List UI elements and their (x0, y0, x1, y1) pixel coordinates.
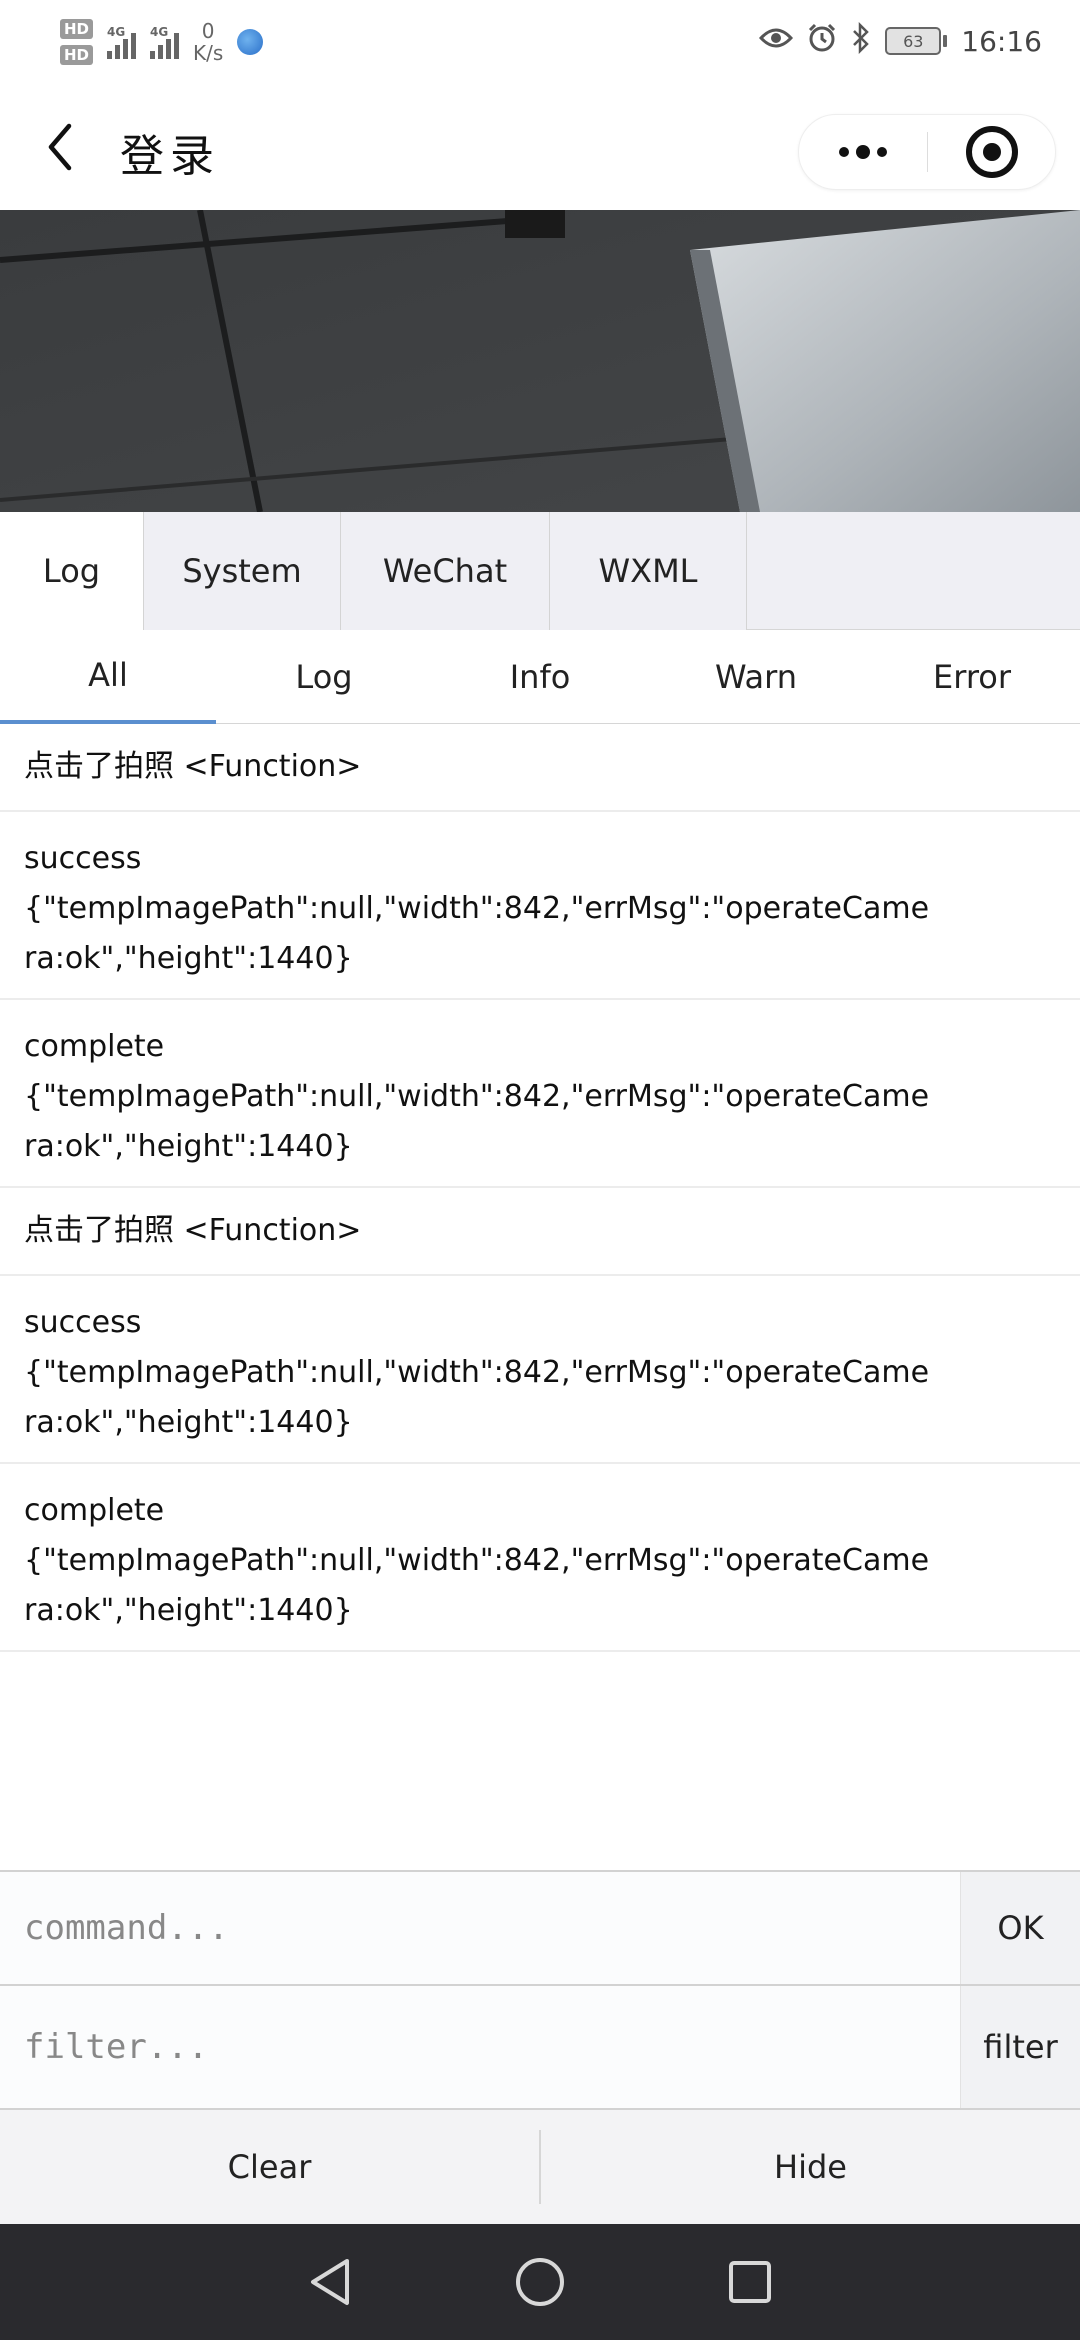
speed-unit: K/s (193, 41, 224, 65)
hd2-badge: HD (60, 45, 94, 65)
tab-all[interactable]: All (0, 630, 216, 724)
net1-label: 4G (107, 25, 126, 39)
target-circle-icon[interactable] (928, 126, 1055, 178)
tab-warn[interactable]: Warn (648, 630, 864, 724)
log-entry: success {"tempImagePath":null,"width":84… (0, 812, 1080, 1000)
filter-button[interactable]: filter (960, 1986, 1080, 2108)
nav-bar: 登录 (0, 82, 1080, 210)
recents-square-icon[interactable] (720, 2252, 780, 2312)
log-line: complete (24, 1029, 165, 1064)
bottom-action-bar: Clear Hide (0, 2108, 1080, 2224)
battery-icon: 63 (885, 27, 948, 55)
log-line: 点击了拍照 <Function> (24, 1213, 362, 1248)
chevron-left-icon[interactable] (30, 112, 90, 182)
tab-system[interactable]: System (144, 512, 341, 630)
system-nav-bar (0, 2224, 1080, 2340)
hd1-badge: HD (60, 19, 94, 39)
filter-input[interactable]: filter... (0, 1986, 960, 2108)
log-entry: 点击了拍照 <Function> (0, 1188, 1080, 1276)
command-row: command... OK (0, 1870, 1080, 1984)
alarm-icon (807, 23, 837, 59)
status-bar: HD HD 4G 4G 0 K/s 63 16:16 (0, 0, 1080, 82)
filter-tabs: All Log Info Warn Error (0, 630, 1080, 724)
signal-2-icon: 4G (150, 25, 180, 59)
more-dots-icon[interactable] (799, 115, 927, 189)
speed-value: 0 (201, 19, 215, 43)
hd-indicators: HD HD (60, 19, 94, 65)
status-left: HD HD 4G 4G 0 K/s (60, 10, 264, 74)
tab-error[interactable]: Error (864, 630, 1080, 724)
log-line: complete (24, 1493, 165, 1528)
back-triangle-icon[interactable] (300, 2252, 360, 2312)
log-line: {"tempImagePath":null,"width":842,"errMs… (24, 1543, 930, 1578)
command-input[interactable]: command... (0, 1872, 960, 1984)
log-entry: 点击了拍照 <Function> (0, 724, 1080, 812)
log-line: success (24, 841, 142, 876)
log-line: ra:ok","height":1440} (24, 1593, 353, 1628)
log-line: ra:ok","height":1440} (24, 941, 353, 976)
tab-filter-log[interactable]: Log (216, 630, 432, 724)
home-circle-icon[interactable] (510, 2252, 570, 2312)
ok-button[interactable]: OK (960, 1872, 1080, 1984)
status-right: 63 16:16 (759, 18, 1042, 64)
page-title: 登录 (120, 131, 220, 182)
log-line: 点击了拍照 <Function> (24, 749, 362, 784)
log-line: success (24, 1305, 142, 1340)
camera-preview[interactable] (0, 210, 1080, 512)
log-entry: complete {"tempImagePath":null,"width":8… (0, 1464, 1080, 1652)
globe-icon (237, 29, 264, 55)
net2-label: 4G (150, 25, 169, 39)
eye-icon (759, 26, 794, 56)
clock: 16:16 (961, 24, 1042, 58)
bluetooth-icon (851, 21, 871, 60)
mini-program-capsule (798, 114, 1056, 190)
log-line: ra:ok","height":1440} (24, 1129, 353, 1164)
network-speed: 0 K/s (193, 20, 223, 64)
tab-wxml[interactable]: WXML (550, 512, 747, 630)
tab-wechat[interactable]: WeChat (341, 512, 550, 630)
hide-button[interactable]: Hide (541, 2110, 1080, 2224)
primary-tabs: Log System WeChat WXML (0, 512, 1080, 630)
log-list: 点击了拍照 <Function> success {"tempImagePath… (0, 724, 1080, 1652)
log-line: {"tempImagePath":null,"width":842,"errMs… (24, 1079, 930, 1114)
signal-1-icon: 4G (107, 25, 137, 59)
log-line: ra:ok","height":1440} (24, 1405, 353, 1440)
log-entry: success {"tempImagePath":null,"width":84… (0, 1276, 1080, 1464)
log-line: {"tempImagePath":null,"width":842,"errMs… (24, 1355, 930, 1390)
log-line: {"tempImagePath":null,"width":842,"errMs… (24, 891, 930, 926)
tab-log[interactable]: Log (0, 512, 144, 630)
tab-info[interactable]: Info (432, 630, 648, 724)
battery-level: 63 (903, 31, 924, 51)
clear-button[interactable]: Clear (0, 2110, 539, 2224)
log-entry: complete {"tempImagePath":null,"width":8… (0, 1000, 1080, 1188)
filter-row: filter... filter (0, 1984, 1080, 2108)
